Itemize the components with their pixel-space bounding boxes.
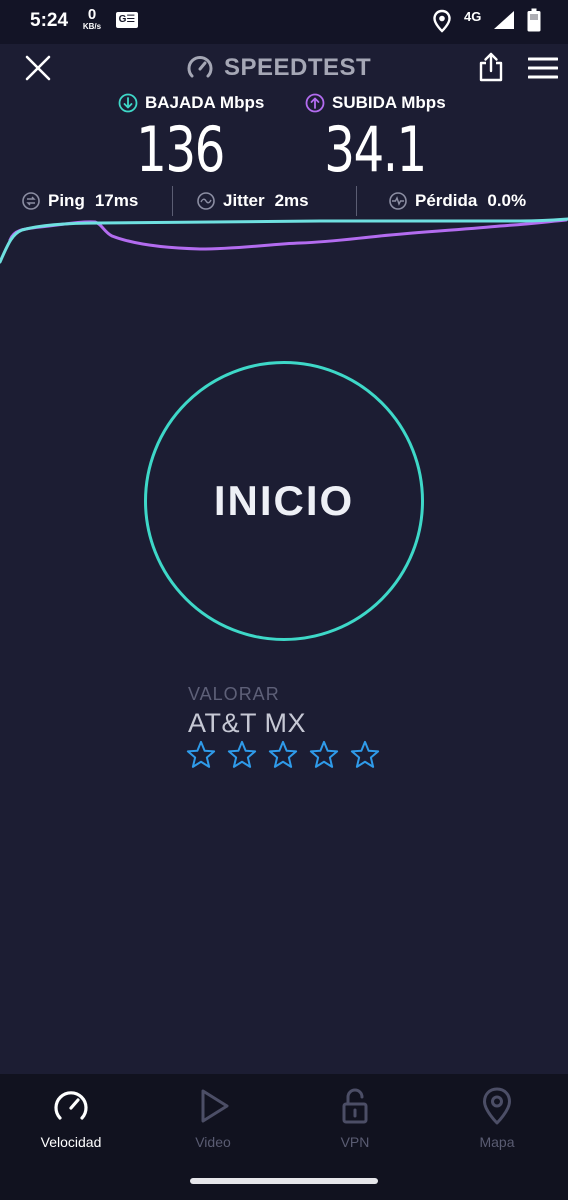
packet-loss-icon (389, 192, 407, 210)
app-notification-icon: G☰ (116, 12, 138, 28)
rating-star-5[interactable] (350, 738, 391, 772)
nav-tab-video[interactable]: Video (142, 1074, 284, 1174)
speed-graph (0, 217, 568, 264)
rating-star-2[interactable] (227, 738, 268, 772)
status-bar: 5:24 0 KB/s G☰ 4G (0, 0, 568, 44)
start-test-label: INICIO (213, 477, 355, 524)
nav-label: Velocidad (40, 1134, 102, 1150)
ping-label: Ping (48, 191, 85, 210)
star-icon (309, 740, 339, 768)
network-speed-unit: KB/s (82, 22, 102, 31)
loss-label: Pérdida (415, 191, 478, 210)
rating-star-1[interactable] (186, 738, 227, 772)
nav-tab-vpn[interactable]: VPN (284, 1074, 426, 1174)
network-speed: 0 KB/s (79, 7, 105, 31)
jitter-label: Jitter (223, 191, 265, 210)
star-icon (227, 740, 257, 768)
rating-star-3[interactable] (268, 738, 309, 772)
home-indicator[interactable] (190, 1178, 378, 1184)
loss-value: 0.0% (487, 191, 527, 210)
ping-value: 17ms (94, 191, 139, 210)
upload-value: 34.1 (324, 113, 427, 186)
nav-label: VPN (340, 1134, 370, 1150)
star-rating (186, 738, 391, 772)
jitter-icon (197, 192, 215, 210)
app-title: SPEEDTEST (224, 54, 372, 81)
download-speed-line (0, 217, 568, 264)
speedometer-icon (54, 1091, 88, 1120)
app-header: SPEEDTEST (0, 44, 568, 92)
play-icon (201, 1089, 229, 1123)
unlock-icon (342, 1088, 368, 1124)
nav-tab-mapa[interactable]: Mapa (426, 1074, 568, 1174)
nav-label: Mapa (479, 1134, 515, 1150)
speedtest-logo-icon (187, 56, 213, 78)
nav-tab-velocidad[interactable]: Velocidad (0, 1074, 142, 1174)
status-time: 5:24 (30, 10, 69, 31)
menu-icon[interactable] (528, 56, 558, 80)
network-type: 4G (464, 9, 482, 24)
signal-icon (494, 11, 514, 29)
brand: SPEEDTEST (186, 52, 371, 84)
network-speed-value: 0 (87, 6, 97, 23)
star-icon (268, 740, 298, 768)
location-icon (433, 9, 451, 33)
jitter-value: 2ms (274, 191, 309, 210)
star-icon (350, 740, 380, 768)
download-value: 136 (136, 113, 225, 186)
map-pin-icon (483, 1087, 511, 1125)
battery-icon (527, 8, 541, 32)
rate-label: VALORAR (188, 684, 280, 704)
close-icon[interactable] (24, 54, 52, 82)
ping-icon (22, 192, 40, 210)
start-test-button[interactable]: INICIO (144, 361, 424, 641)
share-icon[interactable] (477, 52, 505, 82)
rating-star-4[interactable] (309, 738, 350, 772)
nav-label: Video (195, 1134, 231, 1150)
star-icon (186, 740, 216, 768)
provider-name: AT&T MX (188, 708, 307, 738)
